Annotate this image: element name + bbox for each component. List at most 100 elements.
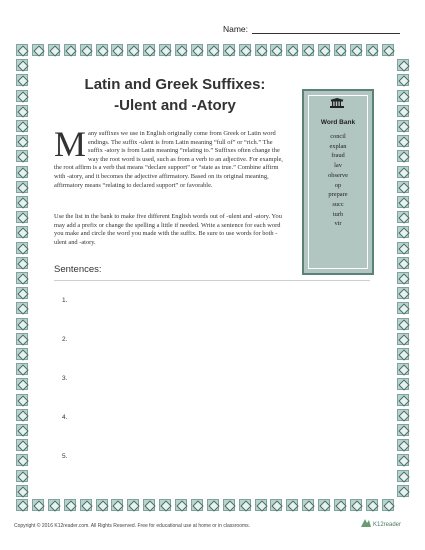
word-bank-item: vir	[334, 220, 342, 228]
border-tile	[127, 44, 140, 56]
border-tile	[302, 44, 315, 56]
border-tile	[175, 499, 187, 511]
border-tile	[238, 44, 251, 56]
border-tile	[222, 44, 235, 56]
border-tile	[206, 499, 219, 511]
border-tile	[16, 424, 28, 436]
border-tile	[16, 150, 28, 163]
border-tile	[16, 332, 28, 345]
word-bank-item: succ	[332, 200, 344, 208]
border-tile	[397, 287, 409, 300]
name-label: Name:	[222, 24, 248, 34]
border-tile	[16, 256, 28, 269]
border-tile	[63, 44, 76, 56]
border-tile	[381, 44, 394, 56]
copyright-footer: Copyright © 2016 K12reader.com. All Righ…	[14, 523, 251, 529]
border-tile	[397, 302, 409, 315]
border-tile	[349, 499, 362, 511]
border-tile	[16, 89, 28, 102]
page-title: Latin and Greek Suffixes:	[84, 76, 266, 93]
border-tile	[16, 211, 28, 224]
intro-paragraph: Many suffixes we use in English original…	[54, 124, 288, 190]
intro-text: any suffixes we use in English originall…	[54, 130, 283, 189]
border-tile	[206, 44, 219, 56]
border-tile	[270, 44, 283, 56]
border-tile	[397, 59, 409, 72]
word-bank-item: concil	[330, 133, 346, 140]
border-tile	[16, 44, 28, 56]
border-tile	[16, 378, 28, 391]
word-bank-item: turb	[332, 210, 344, 218]
border-tile	[238, 499, 251, 511]
border-tile	[397, 241, 409, 254]
sentence-number-3: 3.	[62, 375, 68, 382]
border-tile	[222, 499, 235, 511]
border-tile	[397, 484, 409, 497]
border-tile	[16, 408, 28, 421]
border-tile	[397, 196, 409, 208]
border-tile	[16, 454, 28, 467]
word-bank-item: lav	[334, 162, 342, 170]
border-tile	[63, 499, 76, 511]
border-tile	[16, 499, 28, 511]
border-tile	[334, 44, 346, 56]
border-tile	[302, 499, 315, 511]
border-tile	[16, 241, 28, 254]
border-tile	[16, 59, 28, 72]
border-tile	[397, 135, 409, 148]
border-tile	[16, 165, 28, 178]
border-tile	[397, 348, 409, 360]
border-tile	[16, 196, 28, 208]
border-tile	[381, 499, 394, 511]
border-tile	[143, 44, 156, 56]
border-tile	[286, 499, 299, 511]
border-tile	[365, 44, 378, 56]
border-tile	[397, 120, 409, 132]
border-tile	[270, 499, 283, 511]
border-tile	[16, 226, 28, 239]
border-tile	[397, 378, 409, 391]
border-tile	[397, 89, 409, 102]
border-tile	[16, 348, 28, 360]
border-tile	[397, 408, 409, 421]
border-tile	[111, 44, 124, 56]
page-subtitle: -Ulent and -Atory	[114, 97, 236, 114]
border-tile	[397, 256, 409, 269]
border-tile	[47, 499, 60, 511]
border-tile	[318, 499, 331, 511]
border-tile	[47, 44, 60, 56]
border-tile	[175, 44, 187, 56]
border-tile	[159, 499, 172, 511]
border-tile	[397, 272, 409, 284]
border-tile	[16, 393, 28, 406]
name-line[interactable]	[252, 25, 400, 34]
border-tile	[397, 74, 409, 87]
word-bank-item: fraud	[331, 152, 345, 160]
sentence-number-1: 1.	[62, 297, 68, 304]
word-bank-list: concil explan fraud lav observe op prepa…	[304, 132, 372, 229]
drop-cap: M	[54, 124, 87, 164]
border-tile	[349, 44, 362, 56]
border-tile	[31, 499, 44, 511]
border-tile	[16, 484, 28, 497]
border-tile	[16, 120, 28, 132]
border-tile	[95, 499, 108, 511]
border-tile	[397, 424, 409, 436]
border-tile	[397, 454, 409, 467]
border-tile	[16, 180, 28, 193]
border-tile	[365, 499, 378, 511]
border-tile	[190, 499, 203, 511]
border-tile	[16, 272, 28, 284]
border-tile	[127, 499, 140, 511]
border-tile	[16, 135, 28, 148]
border-tile	[286, 44, 299, 56]
word-bank-item: op	[334, 181, 342, 189]
word-bank: Word Bank concil explan fraud lav observ…	[302, 89, 374, 275]
border-tile	[397, 226, 409, 239]
border-tile	[111, 499, 124, 511]
word-bank-title: Word Bank	[320, 119, 356, 126]
border-tile	[190, 44, 203, 56]
border-tile	[397, 469, 409, 482]
bank-building-icon	[330, 98, 344, 108]
border-tile	[397, 165, 409, 178]
